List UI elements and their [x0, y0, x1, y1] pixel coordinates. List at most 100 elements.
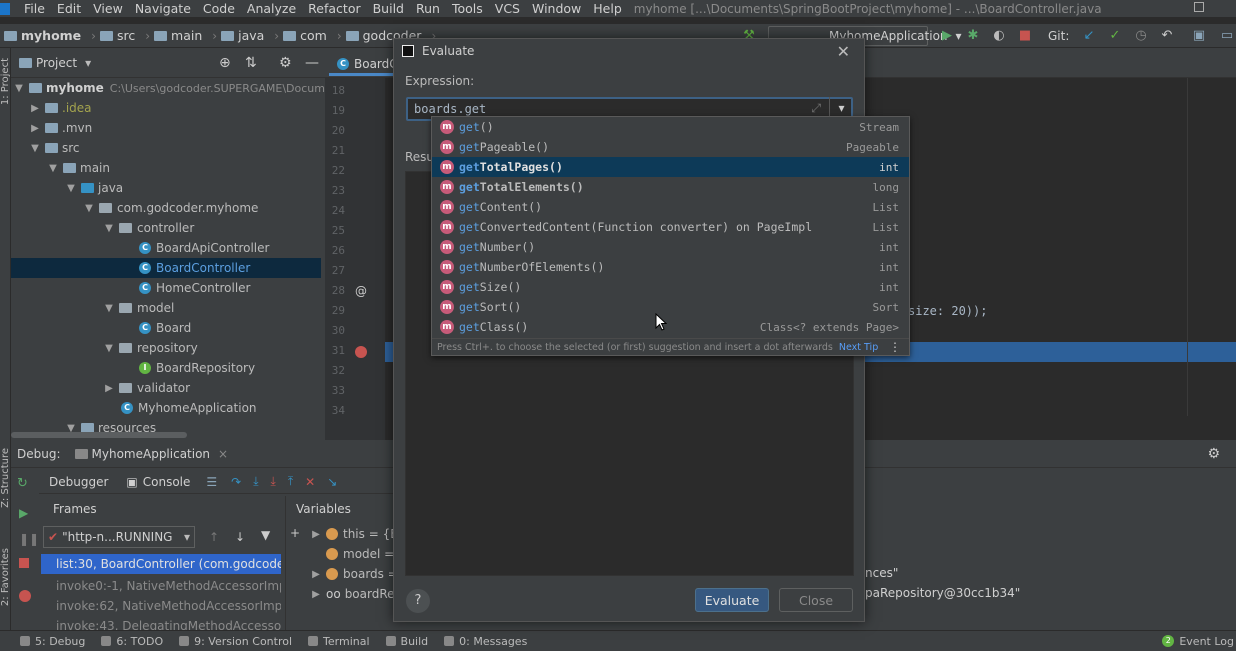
tree-node-repository[interactable]: ▼ repository	[103, 338, 198, 358]
completion-item[interactable]: m get NumberOfElements() int	[432, 257, 909, 277]
close-session-icon[interactable]: ×	[218, 447, 228, 461]
menu-refactor[interactable]: Refactor	[302, 1, 366, 16]
expand-icon[interactable]: ⤢	[811, 101, 821, 116]
menu-navigate[interactable]: Navigate	[129, 1, 197, 16]
variable-row[interactable]: model =	[326, 544, 394, 564]
project-view-select[interactable]: Project	[36, 56, 77, 70]
step-into-icon[interactable]: ⤓	[253, 474, 258, 489]
stop-icon[interactable]	[19, 558, 29, 568]
run-icon[interactable]: ▶	[939, 28, 955, 44]
menu-analyze[interactable]: Analyze	[241, 1, 302, 16]
completion-item[interactable]: m get Pageable() Pageable	[432, 137, 909, 157]
tab-console[interactable]: ▣ Console	[118, 475, 198, 489]
breadcrumb-main[interactable]: main	[154, 28, 202, 43]
up-arrow-icon[interactable]: ↑	[209, 530, 219, 544]
debug-tool-button[interactable]: 5: Debug	[20, 635, 85, 648]
completion-item[interactable]: m get Size() int	[432, 277, 909, 297]
filter-icon[interactable]: ▼	[261, 528, 270, 542]
dropdown-arrow-icon[interactable]: ▾	[85, 56, 91, 70]
menu-tools[interactable]: Tools	[446, 1, 489, 16]
breakpoint-icon[interactable]	[355, 346, 367, 358]
project-structure-icon[interactable]: ▣	[1191, 28, 1207, 44]
completion-item[interactable]: m get TotalElements() long	[432, 177, 909, 197]
tree-node-package[interactable]: ▼ com.godcoder.myhome	[83, 198, 258, 218]
restore-window-icon[interactable]	[1194, 2, 1204, 12]
frame-row[interactable]: invoke:43, DelegatingMethodAccessorI	[41, 616, 281, 630]
down-arrow-icon[interactable]: ↓	[235, 530, 245, 544]
resume-icon[interactable]: ▶	[19, 506, 28, 520]
breadcrumb-myhome[interactable]: myhome	[4, 28, 81, 43]
completion-item[interactable]: m get() Stream	[432, 117, 909, 137]
structure-tool-button[interactable]: Z: Structure	[0, 448, 11, 508]
tree-node-idea[interactable]: ▶ .idea	[29, 98, 91, 118]
tree-node-boardcontroller[interactable]: C BoardController	[139, 258, 250, 278]
sdk-icon[interactable]: ▭	[1219, 28, 1235, 44]
rollback-icon[interactable]: ↶	[1159, 28, 1175, 44]
debug-session-tab[interactable]: MyhomeApplication ×	[74, 447, 228, 461]
tree-node-homecontroller[interactable]: C HomeController	[139, 278, 250, 298]
tree-node-boardrepository[interactable]: I BoardRepository	[139, 358, 255, 378]
more-options-icon[interactable]: ⋮	[889, 340, 901, 354]
horizontal-scrollbar[interactable]	[11, 432, 187, 438]
force-step-into-icon[interactable]: ⤓	[271, 474, 276, 489]
tree-node-boardapicontroller[interactable]: C BoardApiController	[139, 238, 269, 258]
pause-icon[interactable]: ❚❚	[19, 532, 39, 546]
tree-node-myhomeapplication[interactable]: C MyhomeApplication	[121, 398, 257, 418]
variable-row[interactable]: ▶ this = {B	[310, 524, 398, 544]
version-control-tool-button[interactable]: 9: Version Control	[179, 635, 292, 648]
project-tool-button[interactable]: 1: Project	[0, 58, 11, 105]
completion-item[interactable]: m get Class() Class<? extends Page>	[432, 317, 909, 337]
completion-item[interactable]: m get Content() List	[432, 197, 909, 217]
completion-item-selected[interactable]: m get TotalPages() int	[432, 157, 909, 177]
close-button[interactable]: Close	[779, 588, 853, 612]
menu-file[interactable]: File	[18, 1, 51, 16]
settings-gear-icon[interactable]: ⚙	[1207, 446, 1220, 462]
tree-node-validator[interactable]: ▶ validator	[103, 378, 190, 398]
tree-node-myhome[interactable]: ▼ myhome C:\Users\godcoder.SUPERGAME\Docum…	[13, 78, 349, 98]
step-over-icon[interactable]: ↷	[231, 475, 241, 489]
menu-help[interactable]: Help	[587, 1, 628, 16]
menu-lines-icon[interactable]: ☰	[206, 475, 217, 489]
variable-row[interactable]: ▶ oo boardRe	[310, 584, 394, 604]
tab-debugger[interactable]: Debugger	[39, 475, 118, 489]
favorites-tool-button[interactable]: 2: Favorites	[0, 548, 11, 606]
rerun-icon[interactable]: ↻	[17, 476, 28, 491]
hide-panel-icon[interactable]: —	[305, 55, 319, 71]
git-commit-icon[interactable]: ✓	[1107, 28, 1123, 44]
variable-row[interactable]: ▶ boards =	[310, 564, 398, 584]
menu-run[interactable]: Run	[410, 1, 446, 16]
menu-vcs[interactable]: VCS	[489, 1, 526, 16]
menu-build[interactable]: Build	[367, 1, 410, 16]
drop-frame-icon[interactable]: ✕	[305, 475, 315, 489]
breadcrumb-src[interactable]: src	[99, 28, 135, 43]
breadcrumb-com[interactable]: com	[283, 28, 327, 43]
history-icon[interactable]: ◷	[1133, 28, 1149, 44]
terminal-tool-button[interactable]: Terminal	[308, 635, 370, 648]
tree-node-board[interactable]: C Board	[139, 318, 191, 338]
help-button[interactable]: ?	[406, 589, 430, 613]
frame-row[interactable]: invoke0:-1, NativeMethodAccessorImpl (j	[41, 576, 281, 596]
messages-tool-button[interactable]: 0: Messages	[444, 635, 527, 648]
run-to-cursor-icon[interactable]: ↘	[327, 475, 337, 489]
completion-item[interactable]: m get Sort() Sort	[432, 297, 909, 317]
frame-row[interactable]: invoke:62, NativeMethodAccessorImpl (j	[41, 596, 281, 616]
view-breakpoints-icon[interactable]	[19, 590, 31, 602]
debug-bug-icon[interactable]: ✱	[965, 28, 981, 44]
menu-code[interactable]: Code	[197, 1, 241, 16]
add-watch-icon[interactable]: +	[290, 526, 300, 540]
completion-item[interactable]: m get Number() int	[432, 237, 909, 257]
stop-icon[interactable]: ■	[1017, 28, 1033, 44]
git-update-icon[interactable]: ↙	[1081, 28, 1097, 44]
todo-tool-button[interactable]: 6: TODO	[101, 635, 163, 648]
breadcrumb-java[interactable]: java	[221, 28, 264, 43]
tree-node-main[interactable]: ▼ main	[47, 158, 110, 178]
tree-node-mvn[interactable]: ▶ .mvn	[29, 118, 92, 138]
settings-gear-icon[interactable]: ⚙	[279, 55, 292, 71]
locate-file-icon[interactable]: ⊕	[219, 55, 231, 71]
menu-edit[interactable]: Edit	[51, 1, 87, 16]
tree-node-java[interactable]: ▼ java	[65, 178, 123, 198]
tree-node-controller[interactable]: ▼ controller	[103, 218, 194, 238]
frame-row[interactable]: list:30, BoardController (com.godcoder.m	[41, 554, 281, 574]
menu-view[interactable]: View	[87, 1, 129, 16]
completion-item[interactable]: m get ConvertedContent(Function converter)…	[432, 217, 909, 237]
